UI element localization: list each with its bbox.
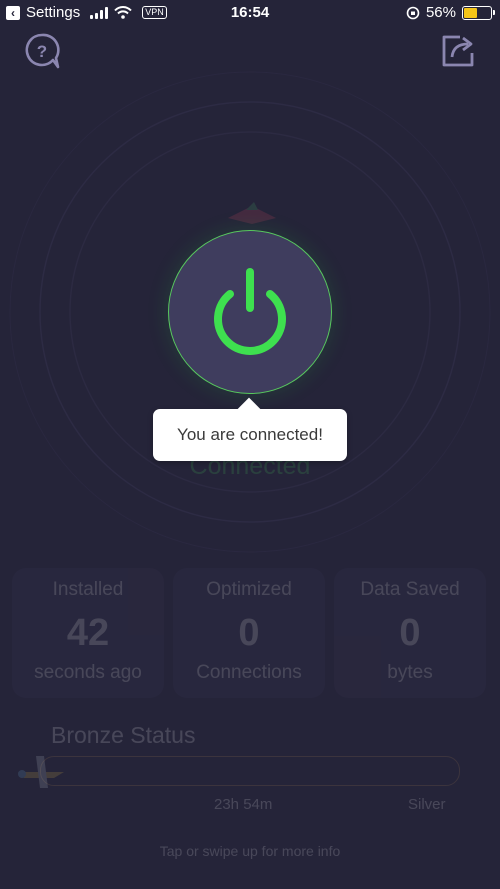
swipe-up-hint[interactable]: Tap or swipe up for more info	[0, 843, 500, 859]
stat-card-data-saved[interactable]: Data Saved 0 bytes	[334, 568, 486, 698]
connected-tooltip[interactable]: You are connected!	[153, 409, 347, 461]
stat-unit: seconds ago	[34, 662, 142, 683]
stat-label: Installed	[52, 579, 124, 600]
status-progress-bar	[40, 756, 460, 786]
battery-icon	[462, 5, 495, 20]
stat-value: 0	[238, 612, 260, 654]
power-icon	[214, 268, 286, 355]
progress-next-level: Silver	[408, 796, 446, 813]
airplane-progress-icon	[18, 756, 64, 788]
battery-level-fill	[464, 7, 478, 18]
stat-card-installed[interactable]: Installed 42 seconds ago	[12, 568, 164, 698]
status-level-title: Bronze Status	[51, 722, 196, 748]
stat-label: Optimized	[206, 579, 292, 600]
stat-unit: bytes	[387, 662, 433, 683]
airplane-icon	[228, 202, 276, 224]
status-right: 56%	[406, 4, 495, 21]
progress-time-remaining: 23h 54m	[214, 796, 273, 813]
power-button[interactable]	[168, 230, 332, 394]
share-icon[interactable]	[438, 31, 478, 71]
help-question-icon[interactable]: ?	[22, 31, 62, 71]
orientation-lock-icon	[406, 6, 420, 19]
battery-percent: 56%	[425, 4, 456, 21]
stat-label: Data Saved	[360, 579, 460, 600]
stat-unit: Connections	[196, 662, 302, 683]
stat-value: 42	[66, 612, 110, 654]
stat-card-optimized[interactable]: Optimized 0 Connections	[173, 568, 325, 698]
stat-value: 0	[399, 612, 421, 654]
tooltip-text: You are connected!	[177, 425, 323, 444]
svg-text:?: ?	[37, 42, 47, 61]
status-bar: ‹ Settings VPN 16:54 56%	[0, 0, 500, 26]
